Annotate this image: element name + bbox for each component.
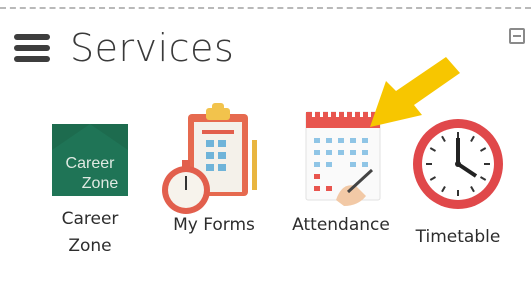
panel-header: Services: [14, 25, 234, 71]
service-my-forms[interactable]: My Forms: [158, 103, 270, 239]
panel-top-border: [0, 7, 531, 9]
yellow-arrow-icon: [370, 57, 460, 127]
service-label-my-forms: My Forms: [173, 215, 255, 235]
hamburger-menu-icon[interactable]: [14, 34, 50, 62]
collapse-button[interactable]: [509, 28, 525, 44]
service-label-attendance: Attendance: [292, 215, 390, 235]
service-label-timetable: Timetable: [415, 227, 501, 247]
svg-text:Career: Career: [66, 155, 116, 172]
career-zone-logo: Career Zone: [52, 124, 128, 196]
svg-text:Zone: Zone: [82, 175, 119, 192]
service-label-career-zone: Career Zone: [61, 209, 119, 256]
service-career-zone[interactable]: Career Zone Career Zone: [48, 110, 132, 260]
panel-title: Services: [70, 26, 235, 70]
clipboard-stopwatch-icon: [162, 103, 257, 214]
